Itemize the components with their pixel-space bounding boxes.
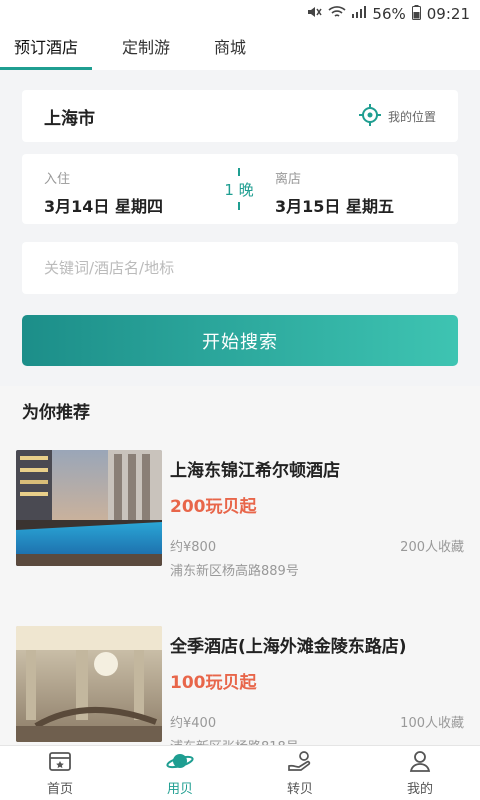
home-icon xyxy=(48,750,72,776)
battery-percent: 56% xyxy=(372,5,406,23)
user-icon xyxy=(408,750,432,776)
bottom-nav: 首页 用贝 转贝 我的 xyxy=(0,745,480,800)
battery-icon xyxy=(411,4,421,24)
recommend-title: 为你推荐 xyxy=(22,403,90,423)
status-bar: 56% 09:21 xyxy=(0,0,480,28)
tab-mall[interactable]: 商城 xyxy=(214,28,246,70)
nights-count: 1 晚 xyxy=(220,168,258,210)
checkin-label: 入住 xyxy=(44,172,71,187)
hotel-price: 100玩贝起 xyxy=(170,673,257,693)
checkout-field[interactable]: 离店 3月15日 星期五 xyxy=(275,168,394,217)
keyword-field[interactable] xyxy=(22,242,458,294)
hotel-approx-price: 约¥800 xyxy=(170,540,217,555)
nav-home-label: 首页 xyxy=(46,781,73,797)
checkout-label: 离店 xyxy=(275,172,302,187)
hotel-name: 上海东锦江希尔顿酒店 xyxy=(170,461,340,481)
keyword-input[interactable] xyxy=(44,259,436,277)
checkout-date: 3月15日 星期五 xyxy=(275,197,394,216)
hotel-favorites: 200人收藏 xyxy=(400,540,464,555)
checkin-field[interactable]: 入住 3月14日 星期四 xyxy=(44,168,163,217)
tab-custom-tour[interactable]: 定制游 xyxy=(122,28,170,70)
search-form: 上海市 我的位置 入住 3月14日 星期四 1 晚 离店 3月15日 星期五 开… xyxy=(0,70,480,386)
city-selector[interactable]: 上海市 我的位置 xyxy=(22,90,458,142)
my-location-label: 我的位置 xyxy=(387,109,436,124)
hotel-photo xyxy=(16,626,162,742)
mute-icon xyxy=(306,5,323,23)
my-location-button[interactable]: 我的位置 xyxy=(358,103,436,130)
hotel-address: 浦东新区杨高路889号 xyxy=(170,564,299,579)
planet-icon xyxy=(166,750,194,776)
nav-mine[interactable]: 我的 xyxy=(360,746,480,800)
nav-use-shell[interactable]: 用贝 xyxy=(120,746,240,800)
nav-transfer-shell[interactable]: 转贝 xyxy=(240,746,360,800)
wifi-icon xyxy=(328,5,346,23)
hotel-name: 全季酒店(上海外滩金陵东路店) xyxy=(170,637,407,657)
hotel-card[interactable]: 上海东锦江希尔顿酒店 200玩贝起 约¥800 200人收藏 浦东新区杨高路88… xyxy=(16,450,464,600)
locate-icon xyxy=(358,103,382,130)
hotel-favorites: 100人收藏 xyxy=(400,716,464,731)
nav-home[interactable]: 首页 xyxy=(0,746,120,800)
hotel-price: 200玩贝起 xyxy=(170,497,257,517)
hotel-approx-price: 约¥400 xyxy=(170,716,217,731)
date-picker[interactable]: 入住 3月14日 星期四 1 晚 离店 3月15日 星期五 xyxy=(22,154,458,224)
search-button[interactable]: 开始搜索 xyxy=(22,315,458,366)
nav-use-shell-label: 用贝 xyxy=(166,781,193,797)
nav-transfer-label: 转贝 xyxy=(286,781,313,797)
clock: 09:21 xyxy=(426,5,470,23)
top-tabs: 预订酒店 定制游 商城 xyxy=(0,28,480,70)
transfer-icon xyxy=(287,750,313,776)
nav-mine-label: 我的 xyxy=(406,781,433,797)
checkin-date: 3月14日 星期四 xyxy=(44,197,163,216)
city-name: 上海市 xyxy=(44,108,95,129)
hotel-photo xyxy=(16,450,162,566)
signal-icon xyxy=(352,6,367,22)
tab-book-hotel[interactable]: 预订酒店 xyxy=(0,28,93,70)
